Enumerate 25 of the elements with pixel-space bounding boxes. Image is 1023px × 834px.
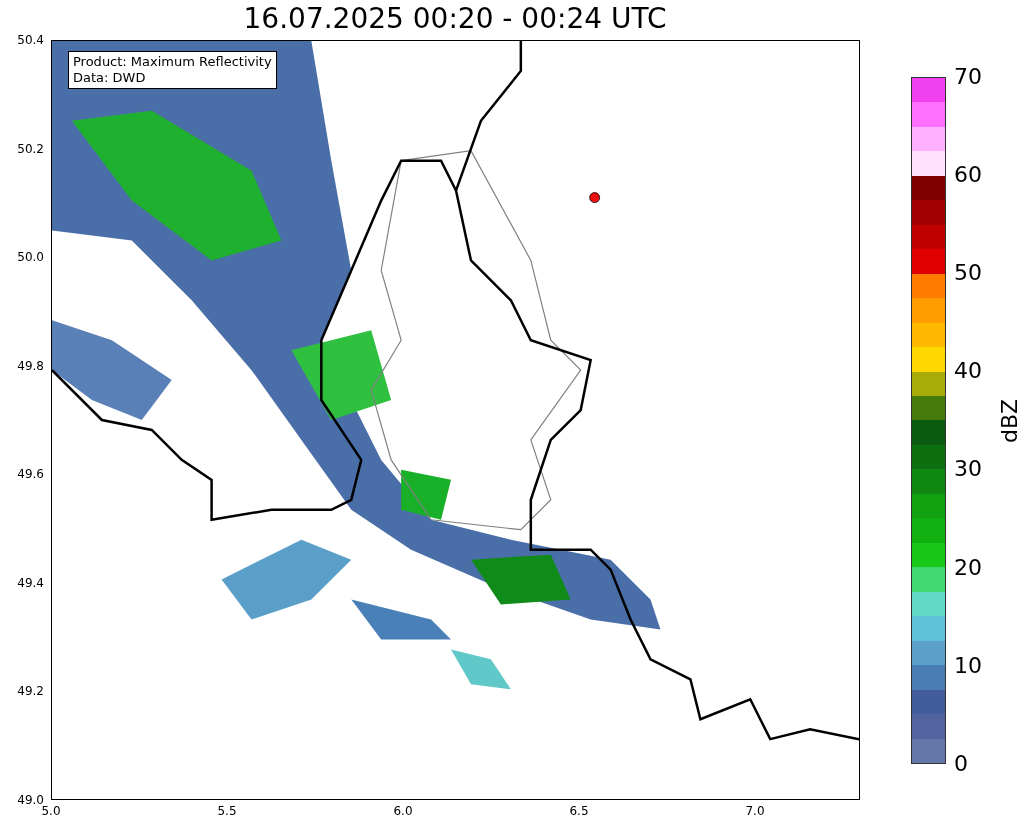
- colorbar-tick-label: 50: [954, 260, 982, 287]
- y-tick-label: 49.8: [17, 357, 44, 374]
- x-tick-label: 6.5: [568, 804, 590, 818]
- colorbar-tick-label: 70: [954, 64, 982, 90]
- figure-title: 16.07.2025 00:20 - 00:24 UTC: [243, 1, 667, 37]
- colorbar-tick-label: 20: [954, 554, 982, 581]
- info-text: Data: DWD: [73, 70, 147, 86]
- colorbar-tick-label: 60: [954, 162, 982, 189]
- colorbar-tick-label: 40: [954, 358, 982, 385]
- y-tick-label: 49.0: [17, 792, 44, 807]
- x-tick-label: 5.0: [40, 804, 62, 818]
- x-tick-label: 6.0: [392, 804, 414, 818]
- colorbar-tick-label: 30: [954, 456, 982, 483]
- x-tick-label: 5.5: [216, 804, 238, 818]
- colorbar-label: dBZ: [996, 397, 1022, 445]
- colorbar-tick-label: 0: [954, 750, 968, 777]
- colorbar-tick-label: 10: [954, 652, 982, 679]
- y-tick-label: 50.4: [17, 32, 44, 48]
- y-tick-label: 49.6: [17, 466, 44, 483]
- y-tick-label: 50.2: [17, 140, 44, 157]
- y-tick-label: 49.2: [17, 683, 44, 700]
- y-tick-label: 50.0: [17, 249, 44, 266]
- x-tick-label: 7.0: [744, 804, 766, 818]
- y-tick-label: 49.4: [17, 574, 44, 591]
- info-text: Product: Maximum Reflectivity: [73, 54, 272, 70]
